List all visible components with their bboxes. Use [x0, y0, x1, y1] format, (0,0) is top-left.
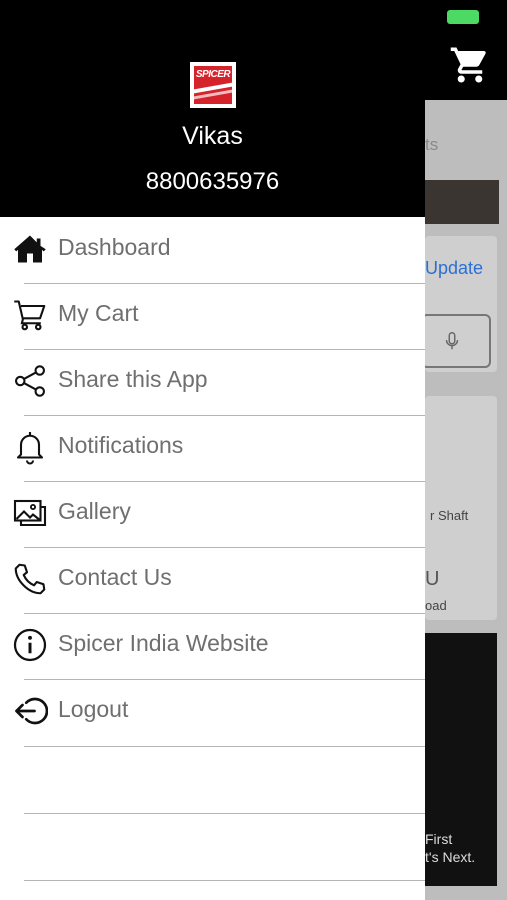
menu-item-contact-us[interactable]: Contact Us [0, 547, 425, 613]
background-load-label: oad [425, 598, 447, 613]
info-icon [13, 628, 47, 662]
background-shaft-label: r Shaft [430, 508, 469, 523]
user-name: Vikas [182, 122, 243, 150]
menu-item-dashboard[interactable]: Dashboard [0, 217, 425, 283]
background-search-card: Update [421, 236, 497, 372]
menu-item-logout[interactable]: Logout [0, 679, 425, 745]
phone-icon [14, 563, 46, 595]
menu-item-label: Gallery [58, 498, 131, 524]
menu-item-notifications[interactable]: Notifications [0, 415, 425, 481]
menu-divider [24, 746, 425, 747]
menu-divider [24, 880, 425, 881]
navigation-drawer: Dashboard My Cart Share this App Notific… [0, 217, 425, 900]
spicer-logo: SPICER [190, 62, 236, 108]
menu-divider [24, 813, 425, 814]
menu-item-label: Logout [58, 696, 129, 722]
user-phone: 8800635976 [145, 168, 280, 195]
background-voice-box[interactable] [421, 314, 491, 368]
menu-item-label: Contact Us [58, 564, 172, 590]
menu-item-label: My Cart [58, 300, 139, 326]
background-tab-fragment: ts [425, 135, 439, 154]
menu-item-my-cart[interactable]: My Cart [0, 283, 425, 349]
background-u-fragment: U [425, 568, 440, 590]
gallery-icon [13, 499, 47, 527]
background-category-card: r Shaft U oad [425, 396, 497, 620]
menu-item-label: Dashboard [58, 234, 171, 260]
home-icon [14, 235, 46, 263]
bell-icon [16, 432, 44, 465]
menu-item-share-app[interactable]: Share this App [0, 349, 425, 415]
menu-item-label: Notifications [58, 432, 184, 458]
background-promo-image: First t's Next. [425, 633, 497, 886]
menu-item-label: Share this App [58, 366, 208, 392]
cart-icon [14, 300, 46, 331]
menu-item-label: Spicer India Website [58, 630, 269, 656]
drawer-header: SPICER Vikas 8800635976 [0, 0, 425, 217]
microphone-icon [445, 332, 459, 350]
background-promo-line1: First [425, 831, 453, 847]
background-update-link[interactable]: Update [425, 258, 483, 279]
background-promo-line2: t's Next. [425, 849, 476, 865]
battery-indicator [447, 10, 479, 24]
logout-icon [15, 697, 48, 725]
cart-icon[interactable] [449, 44, 491, 86]
background-banner [425, 180, 499, 224]
menu-item-gallery[interactable]: Gallery [0, 481, 425, 547]
menu-item-spicer-website[interactable]: Spicer India Website [0, 613, 425, 679]
share-icon [15, 365, 45, 397]
